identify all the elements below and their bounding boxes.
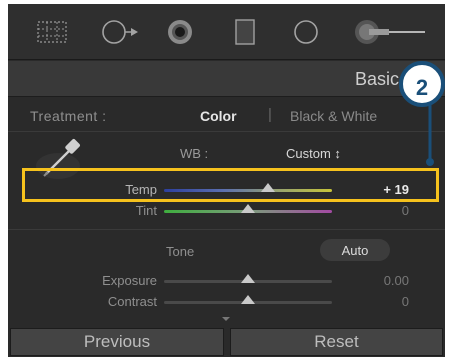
spot-removal-icon[interactable]	[96, 4, 144, 60]
tool-strip	[8, 4, 445, 60]
tone-label: Tone	[166, 244, 195, 259]
reset-button[interactable]: Reset	[230, 328, 443, 356]
auto-tone-button[interactable]: Auto	[320, 239, 390, 261]
contrast-value[interactable]: 0	[402, 294, 409, 309]
temp-highlight-box	[22, 168, 439, 202]
tint-slider-thumb[interactable]	[241, 204, 255, 213]
callout-number: 2	[415, 75, 429, 100]
previous-button[interactable]: Previous	[10, 328, 224, 356]
tint-value[interactable]: 0	[402, 203, 409, 218]
panel-collapse-indicator	[222, 317, 230, 321]
graduated-filter-icon[interactable]	[228, 4, 262, 60]
radial-filter-icon[interactable]	[286, 4, 326, 60]
contrast-label: Contrast	[107, 294, 157, 309]
tint-label: Tint	[135, 203, 157, 218]
exposure-value[interactable]: 0.00	[384, 273, 409, 288]
section-divider	[8, 229, 445, 230]
wb-preset-dropdown[interactable]: Custom ↕	[286, 146, 341, 161]
red-eye-icon[interactable]	[160, 4, 200, 60]
treatment-row: Treatment : Color | Black & White	[8, 98, 445, 132]
contrast-slider-row: Contrast 0	[8, 291, 445, 313]
tint-slider-row: Tint 0	[8, 200, 445, 222]
exposure-slider-thumb[interactable]	[241, 274, 255, 283]
wb-label: WB :	[180, 146, 209, 161]
bottom-button-bar: Previous Reset	[8, 324, 445, 357]
panel-title: Basic	[354, 69, 399, 89]
adjustment-brush-icon[interactable]	[344, 4, 434, 60]
basic-panel-body: Treatment : Color | Black & White WB : C…	[8, 98, 445, 324]
crop-overlay-icon[interactable]	[30, 4, 74, 60]
treatment-label: Treatment :	[30, 108, 107, 124]
treatment-separator: |	[268, 106, 272, 123]
exposure-slider-row: Exposure 0.00	[8, 270, 445, 292]
treatment-bw-option[interactable]: Black & White	[290, 108, 377, 124]
contrast-slider-thumb[interactable]	[241, 295, 255, 304]
exposure-label: Exposure	[102, 273, 157, 288]
basic-panel-header[interactable]: Basic	[8, 61, 445, 97]
treatment-color-option[interactable]: Color	[200, 108, 237, 124]
